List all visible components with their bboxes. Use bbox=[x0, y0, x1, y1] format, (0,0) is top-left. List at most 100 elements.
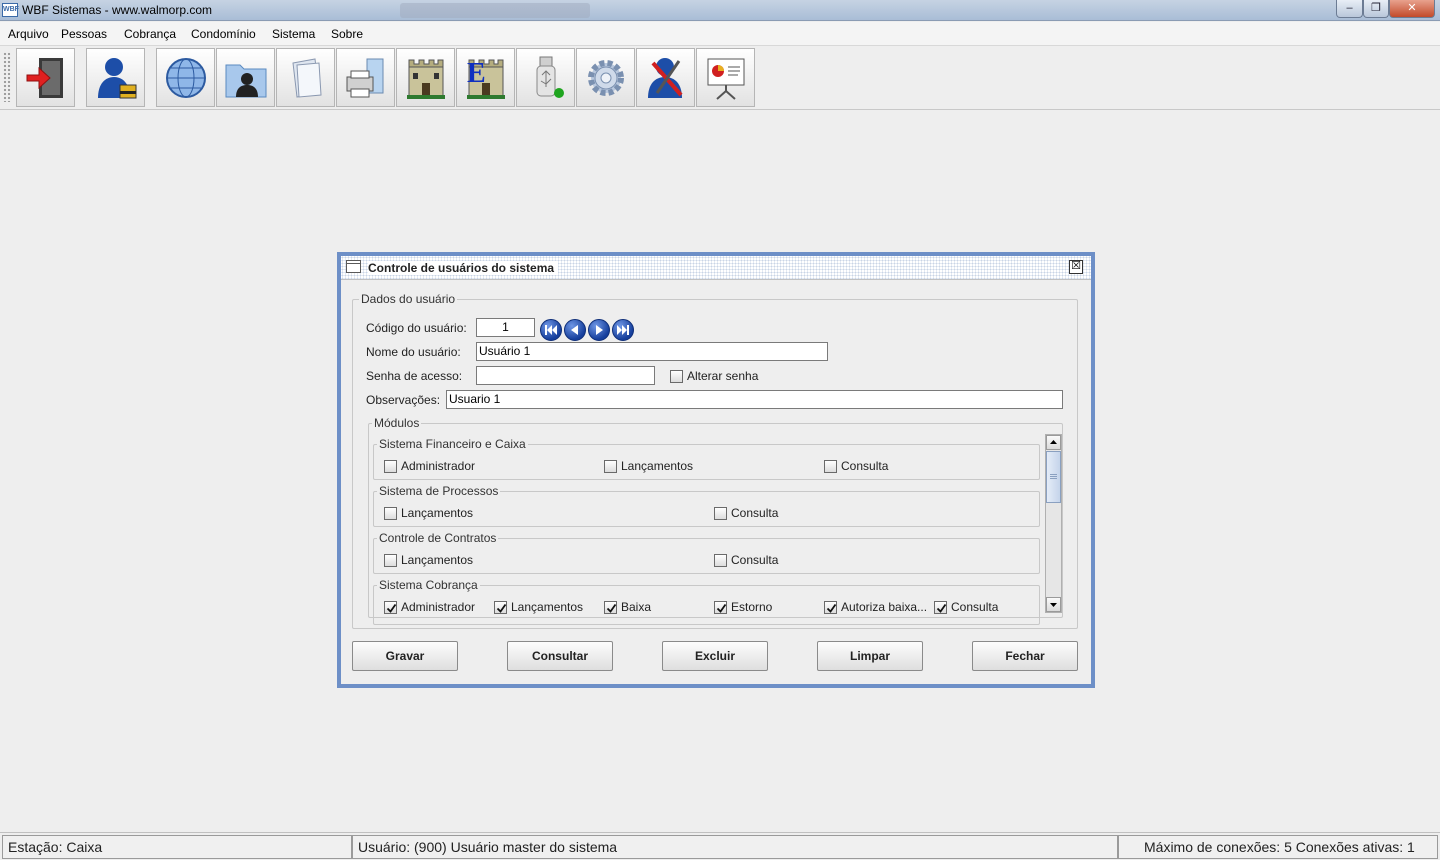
previous-record-icon bbox=[571, 325, 578, 335]
checkbox-box bbox=[824, 460, 837, 473]
scroll-up-button[interactable] bbox=[1046, 435, 1061, 450]
checkbox-box bbox=[714, 554, 727, 567]
window-title: WBF Sistemas - www.walmorp.com bbox=[22, 3, 213, 17]
dialog-title-bar[interactable]: Controle de usuários do sistema ☒ bbox=[341, 256, 1091, 280]
nome-label: Nome do usuário: bbox=[366, 345, 461, 359]
senha-label: Senha de acesso: bbox=[366, 369, 463, 383]
toolbar-building-button[interactable] bbox=[396, 48, 455, 107]
fechar-button[interactable]: Fechar bbox=[972, 641, 1078, 671]
modules-group-title: Módulos bbox=[372, 416, 422, 430]
toolbar-documents-button[interactable] bbox=[276, 48, 335, 107]
module-checkbox-label: Lançamentos bbox=[401, 506, 474, 520]
menu-condominio[interactable]: Condomínio bbox=[191, 27, 256, 41]
checkbox-box bbox=[714, 601, 727, 614]
toolbar-user-tools-button[interactable] bbox=[636, 48, 695, 107]
module-checkbox-label: Consulta bbox=[731, 506, 779, 520]
checkbox-box bbox=[714, 507, 727, 520]
menu-sistema[interactable]: Sistema bbox=[272, 27, 315, 41]
checkbox-box bbox=[824, 601, 837, 614]
last-record-button[interactable] bbox=[612, 319, 634, 341]
dialog-title: Controle de usuários do sistema bbox=[368, 261, 559, 275]
module-group-title: Sistema Financeiro e Caixa bbox=[377, 437, 528, 451]
last-record-icon bbox=[617, 325, 629, 335]
nome-field[interactable]: Usuário 1 bbox=[476, 342, 828, 361]
background-taskbar-ghost bbox=[400, 3, 590, 18]
menu-cobranca[interactable]: Cobrança bbox=[124, 27, 176, 41]
checkmark-icon bbox=[496, 603, 507, 613]
checkbox-box bbox=[384, 460, 397, 473]
module-checkbox-label: Consulta bbox=[731, 553, 779, 567]
first-record-icon bbox=[545, 325, 557, 335]
previous-record-button[interactable] bbox=[564, 319, 586, 341]
toolbar-globe-button[interactable] bbox=[156, 48, 215, 107]
module-group-title: Sistema de Processos bbox=[377, 484, 501, 498]
toolbar-contacts-button[interactable] bbox=[216, 48, 275, 107]
checkbox-box bbox=[384, 507, 397, 520]
module-checkbox-label: Lançamentos bbox=[401, 553, 474, 567]
building-icon bbox=[407, 59, 445, 99]
menu-pessoas[interactable]: Pessoas bbox=[61, 27, 107, 41]
toolbar-presentation-button[interactable] bbox=[696, 48, 755, 107]
module-checkbox-label: Consulta bbox=[951, 600, 999, 614]
toolbar-settings-button[interactable] bbox=[576, 48, 635, 107]
globe-icon bbox=[166, 58, 206, 98]
consultar-button[interactable]: Consultar bbox=[507, 641, 613, 671]
observacoes-field[interactable]: Usuario 1 bbox=[446, 390, 1063, 409]
next-record-icon bbox=[596, 325, 603, 335]
status-usuario: Usuário: (900) Usuário master do sistema bbox=[352, 835, 1118, 859]
modules-scrollbar[interactable] bbox=[1045, 434, 1062, 613]
checkmark-icon bbox=[386, 603, 397, 613]
menu-sobre[interactable]: Sobre bbox=[331, 27, 363, 41]
printer-icon bbox=[346, 58, 384, 98]
toolbar-usb-button[interactable] bbox=[516, 48, 575, 107]
first-record-button[interactable] bbox=[540, 319, 562, 341]
arrow-up-icon bbox=[1050, 440, 1057, 444]
module-checkbox-label: Estorno bbox=[731, 600, 773, 614]
usb-drive-icon bbox=[536, 56, 564, 98]
presentation-icon bbox=[707, 58, 745, 100]
checkbox-box bbox=[934, 601, 947, 614]
user-control-dialog: Controle de usuários do sistema ☒ Dados … bbox=[337, 252, 1095, 688]
toolbar-exit-button[interactable] bbox=[16, 48, 75, 107]
toolbar-user-lock-button[interactable] bbox=[86, 48, 145, 107]
next-record-button[interactable] bbox=[588, 319, 610, 341]
codigo-field[interactable]: 1 bbox=[476, 318, 535, 337]
module-checkbox-label: Lançamentos bbox=[511, 600, 584, 614]
checkmark-icon bbox=[716, 603, 727, 613]
limpar-button[interactable]: Limpar bbox=[817, 641, 923, 671]
menu-arquivo[interactable]: Arquivo bbox=[8, 27, 49, 41]
minimize-button[interactable]: – bbox=[1336, 0, 1363, 18]
excluir-button[interactable]: Excluir bbox=[662, 641, 768, 671]
settings-gear-icon bbox=[588, 60, 624, 96]
toolbar-grip[interactable] bbox=[3, 52, 11, 102]
app-logo-icon: WBF bbox=[2, 3, 19, 17]
module-checkbox-label: Administrador bbox=[401, 459, 476, 473]
checkbox-box bbox=[604, 460, 617, 473]
observacoes-label: Observações: bbox=[366, 393, 441, 407]
documents-icon bbox=[292, 58, 322, 98]
senha-field[interactable] bbox=[476, 366, 655, 385]
exit-icon bbox=[26, 58, 63, 98]
toolbar-building-e-button[interactable]: E bbox=[456, 48, 515, 107]
maximize-button[interactable]: ❐ bbox=[1363, 0, 1389, 18]
user-tools-icon bbox=[648, 58, 683, 98]
module-checkbox-label: Administrador bbox=[401, 600, 476, 614]
scroll-thumb[interactable] bbox=[1046, 451, 1061, 503]
toolbar-printer-button[interactable] bbox=[336, 48, 395, 107]
menu-bar: Arquivo Pessoas Cobrança Condomínio Sist… bbox=[0, 22, 1440, 46]
user-lock-icon bbox=[98, 58, 137, 99]
status-conexoes: Máximo de conexões: 5 Conexões ativas: 1 bbox=[1118, 835, 1438, 859]
checkbox-box bbox=[494, 601, 507, 614]
checkbox-box bbox=[384, 554, 397, 567]
gravar-button[interactable]: Gravar bbox=[352, 641, 458, 671]
status-bar: Estação: Caixa Usuário: (900) Usuário ma… bbox=[0, 832, 1440, 860]
checkbox-box bbox=[604, 601, 617, 614]
module-checkbox-label: Consulta bbox=[841, 459, 889, 473]
contacts-folder-icon bbox=[225, 64, 267, 98]
dialog-close-button[interactable]: ☒ bbox=[1069, 260, 1083, 274]
close-window-button[interactable]: ✕ bbox=[1389, 0, 1435, 18]
module-group-title: Sistema Cobrança bbox=[377, 578, 480, 592]
scroll-down-button[interactable] bbox=[1046, 597, 1061, 612]
module-checkbox-label: Lançamentos bbox=[621, 459, 694, 473]
module-checkbox-label: Baixa bbox=[621, 600, 652, 614]
